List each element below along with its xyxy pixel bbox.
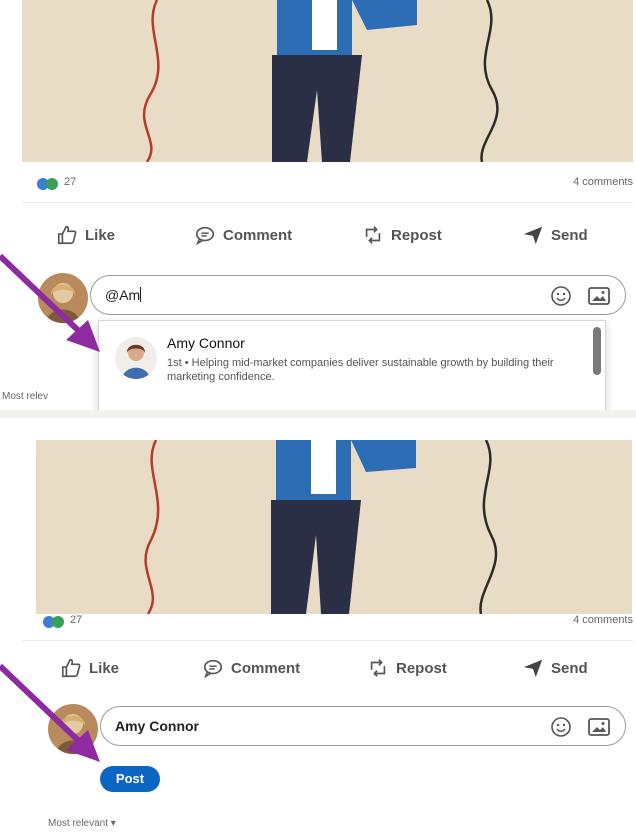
sort-dropdown[interactable]: Most relevant ▾: [48, 818, 116, 829]
emoji-icon[interactable]: [549, 715, 573, 739]
comment-input[interactable]: Amy Connor: [100, 706, 626, 746]
comments-count[interactable]: 4 comments: [573, 614, 633, 626]
like-icon: [57, 225, 77, 245]
repost-icon: [365, 226, 381, 244]
mention-dropdown: Amy Connor 1st • Helping mid-market comp…: [98, 320, 606, 410]
comment-label: Comment: [231, 659, 301, 677]
send-icon: [523, 659, 543, 678]
suggestion-avatar: [115, 337, 157, 379]
like-label: Like: [89, 659, 120, 677]
send-icon: [523, 226, 543, 245]
like-label: Like: [85, 226, 116, 244]
reactions-count[interactable]: 27: [70, 614, 82, 626]
dropdown-scrollbar[interactable]: [593, 327, 601, 375]
suggestion-name: Amy Connor: [167, 335, 245, 351]
repost-button[interactable]: Repost: [367, 648, 447, 688]
input-value: @Am: [105, 287, 141, 303]
avatar: [48, 704, 98, 754]
comments-count[interactable]: 4 comments: [573, 176, 633, 188]
repost-icon: [370, 659, 386, 677]
sort-dropdown[interactable]: Most relev: [2, 391, 48, 402]
comment-input[interactable]: @Am: [90, 275, 626, 315]
like-button[interactable]: Like: [56, 215, 115, 255]
mention-tag: Amy Connor: [115, 718, 199, 734]
bottom-screenshot-panel: 27 4 comments Like Comment Repost Send A…: [0, 418, 636, 834]
image-icon[interactable]: [587, 716, 611, 738]
image-icon[interactable]: [587, 285, 611, 307]
comment-button[interactable]: Comment: [194, 215, 292, 255]
send-button[interactable]: Send: [522, 648, 588, 688]
repost-label: Repost: [391, 226, 442, 244]
like-button[interactable]: Like: [60, 648, 119, 688]
comment-input-text: @Am: [105, 287, 142, 303]
action-bar: Like Comment Repost Send: [22, 648, 633, 688]
suggestion-headline: 1st • Helping mid-market companies deliv…: [167, 357, 554, 383]
action-bar: Like Comment Repost Send: [22, 215, 633, 255]
comment-icon: [203, 659, 223, 679]
send-button[interactable]: Send: [522, 215, 588, 255]
social-counts: 27 4 comments: [22, 600, 633, 641]
reactions-count[interactable]: 27: [64, 176, 76, 188]
like-icon: [61, 658, 81, 678]
panel-divider: [0, 410, 636, 418]
illustration: [36, 440, 632, 614]
comment-composer: @Am: [38, 273, 630, 323]
comment-icon: [195, 226, 215, 246]
post-image: [36, 440, 632, 614]
comment-button[interactable]: Comment: [202, 648, 300, 688]
repost-button[interactable]: Repost: [362, 215, 442, 255]
send-label: Send: [551, 226, 588, 244]
illustration: [22, 0, 633, 162]
send-label: Send: [551, 659, 588, 677]
repost-label: Repost: [396, 659, 447, 677]
comment-composer: Amy Connor: [48, 704, 630, 754]
post-image: [22, 0, 633, 162]
post-button[interactable]: Post: [100, 766, 160, 792]
emoji-icon[interactable]: [549, 284, 573, 308]
avatar: [38, 273, 88, 323]
text-caret: [140, 287, 142, 302]
comment-label: Comment: [223, 226, 293, 244]
social-counts: 27 4 comments: [22, 162, 633, 203]
top-screenshot-panel: 27 4 comments Like Comment Repost Send @…: [0, 0, 636, 410]
